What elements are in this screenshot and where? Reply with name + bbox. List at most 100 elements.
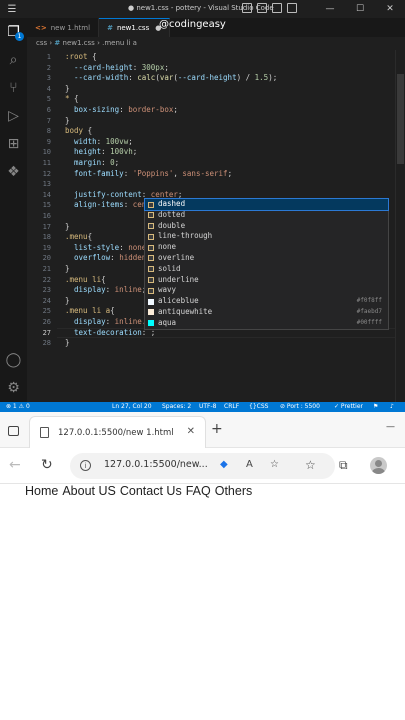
code-line[interactable]: } — [65, 264, 70, 275]
code-line[interactable]: box-sizing: border-box; — [65, 105, 178, 116]
menu-link[interactable]: FAQ — [186, 484, 211, 498]
collections-icon[interactable]: ⧉ — [339, 458, 348, 473]
indentation-status[interactable]: Spaces: 2 — [162, 402, 191, 412]
favorite-star-icon[interactable]: ☆ — [270, 459, 279, 470]
menu-link[interactable]: Home — [25, 484, 58, 498]
code-line[interactable]: .menu{ — [65, 232, 92, 243]
suggestion-item[interactable]: aqua #00ffff — [145, 318, 388, 329]
code-line[interactable]: body { — [65, 126, 92, 137]
feedback-icon[interactable]: ⚑ — [373, 402, 378, 412]
code-line[interactable]: } — [65, 222, 70, 233]
notifications-bell-icon[interactable]: ♪ — [390, 402, 394, 412]
toggle-sidebar-icon[interactable] — [242, 3, 252, 13]
eol-status[interactable]: CRLF — [224, 402, 239, 412]
run-debug-icon[interactable]: ▷ — [4, 106, 23, 125]
explorer-icon[interactable]: ❐ 1 — [4, 22, 24, 41]
breadcrumb-file[interactable]: new1.css — [63, 39, 95, 47]
suggestion-item[interactable]: dashed — [144, 198, 389, 211]
toggle-panel-icon[interactable] — [257, 3, 267, 13]
cursor-position[interactable]: Ln 27, Col 20 — [112, 402, 152, 412]
minimize-icon[interactable]: — — [315, 0, 345, 18]
url-text[interactable]: 127.0.0.1:5500/new... — [104, 459, 208, 470]
code-line[interactable]: display: inline. — [65, 317, 146, 328]
toggle-secondary-sidebar-icon[interactable] — [272, 3, 282, 13]
hamburger-menu-icon[interactable]: ☰ — [0, 4, 24, 15]
settings-gear-icon[interactable]: ⚙ — [4, 378, 23, 397]
language-mode[interactable]: {} CSS — [249, 402, 268, 412]
suggestion-label: dashed — [158, 199, 186, 208]
code-line[interactable]: --card-height: 300px; — [65, 63, 169, 74]
tab-new-1-html[interactable]: <> new 1.html — [27, 18, 100, 37]
extensions-icon[interactable]: ⊞ — [4, 134, 23, 153]
status-bar: ⊗ 1 ⚠ 0 Ln 27, Col 20 Spaces: 2 UTF-8 CR… — [0, 402, 405, 412]
search-icon[interactable]: ⌕ — [4, 50, 23, 69]
editor-scrollbar[interactable] — [395, 50, 405, 402]
suggestion-item[interactable]: dotted — [145, 210, 388, 221]
account-icon[interactable]: ◯ — [4, 350, 23, 369]
suggestion-item[interactable]: wavy — [145, 285, 388, 296]
live-server-port[interactable]: ⊘ Port : 5500 — [280, 402, 320, 412]
menu-link[interactable]: Others — [215, 484, 253, 498]
code-line[interactable]: :root { — [65, 52, 97, 63]
maximize-icon[interactable]: ☐ — [345, 0, 375, 18]
prettier-status[interactable]: ✓ Prettier — [334, 402, 363, 412]
breadcrumb-symbol[interactable]: .menu li a — [102, 39, 137, 47]
extension-tag-icon[interactable]: ◆ — [220, 459, 228, 470]
source-control-icon[interactable]: ⑂ — [4, 78, 23, 97]
customize-layout-icon[interactable] — [287, 3, 297, 13]
code-line[interactable]: list-style: none — [65, 243, 146, 254]
code-line[interactable]: width: 100vw; — [65, 137, 133, 148]
suggestion-item[interactable]: aliceblue #f0f8ff — [145, 296, 388, 307]
code-line[interactable]: margin: 0; — [65, 158, 119, 169]
read-aloud-icon[interactable]: A — [246, 459, 253, 470]
menu-link[interactable]: About US — [62, 484, 116, 498]
new-tab-icon[interactable]: + — [211, 421, 223, 437]
browser-minimize-icon[interactable]: — — [386, 422, 395, 432]
tab-actions-icon[interactable] — [8, 426, 19, 436]
suggestion-item[interactable]: underline — [145, 275, 388, 286]
code-line[interactable]: overflow: hidden — [65, 253, 146, 264]
code-line[interactable]: .menu li{ — [65, 275, 106, 286]
breadcrumb: css › # new1.css › .menu li a — [27, 37, 405, 50]
code-line[interactable]: height: 100vh; — [65, 147, 137, 158]
code-line[interactable]: display: inline; — [65, 285, 146, 296]
back-arrow-icon[interactable]: ← — [9, 457, 21, 473]
keyword-icon — [148, 255, 154, 262]
suggestion-item[interactable]: overline — [145, 253, 388, 264]
browser-tab-title: 127.0.0.1:5500/new 1.html — [58, 427, 174, 438]
code-line[interactable]: } — [65, 338, 70, 349]
encoding-status[interactable]: UTF-8 — [199, 402, 217, 412]
language-label: CSS — [256, 403, 269, 410]
breadcrumb-folder[interactable]: css — [36, 39, 47, 47]
close-tab-icon[interactable]: ✕ — [187, 426, 195, 437]
code-line[interactable]: .menu li a{ — [65, 306, 115, 317]
handle-text: @codingeasy — [159, 19, 226, 30]
code-line[interactable]: } — [65, 116, 70, 127]
suggestion-item[interactable]: none — [145, 242, 388, 253]
suggestion-item[interactable]: line-through — [145, 231, 388, 242]
favorites-icon[interactable]: ☆ — [305, 458, 316, 472]
code-line[interactable]: } — [65, 296, 70, 307]
suggestion-item[interactable]: antiquewhite #faebd7 — [145, 307, 388, 318]
code-line[interactable]: align-items: cen — [65, 200, 146, 211]
line-number: 7 — [46, 116, 51, 125]
code-line[interactable]: * { — [65, 94, 79, 105]
browser-tab-bar: 127.0.0.1:5500/new 1.html ✕ + — — [0, 412, 405, 448]
code-line[interactable]: --card-width: calc(var(--card-height) / … — [65, 73, 277, 84]
site-info-icon[interactable]: i — [80, 460, 91, 471]
problems-status[interactable]: ⊗ 1 ⚠ 0 — [6, 402, 30, 412]
close-window-icon[interactable]: ✕ — [375, 0, 405, 18]
profile-avatar[interactable] — [370, 457, 387, 474]
line-number: 18 — [42, 233, 51, 242]
suggestion-item[interactable]: double — [145, 221, 388, 232]
menu-link[interactable]: Contact Us — [120, 484, 182, 498]
python-icon[interactable]: ❖ — [4, 162, 23, 181]
address-bar[interactable]: i 127.0.0.1:5500/new... ◆ A ☆ — [70, 453, 335, 479]
reload-icon[interactable]: ↻ — [41, 457, 53, 473]
code-line[interactable]: font-family: 'Poppins', sans-serif; — [65, 169, 232, 180]
code-line[interactable]: text-decoration: ; — [65, 328, 155, 339]
browser-tab[interactable]: 127.0.0.1:5500/new 1.html ✕ — [29, 416, 206, 448]
scrollbar-thumb[interactable] — [397, 74, 404, 164]
code-line[interactable]: } — [65, 84, 70, 95]
suggestion-item[interactable]: solid — [145, 264, 388, 275]
